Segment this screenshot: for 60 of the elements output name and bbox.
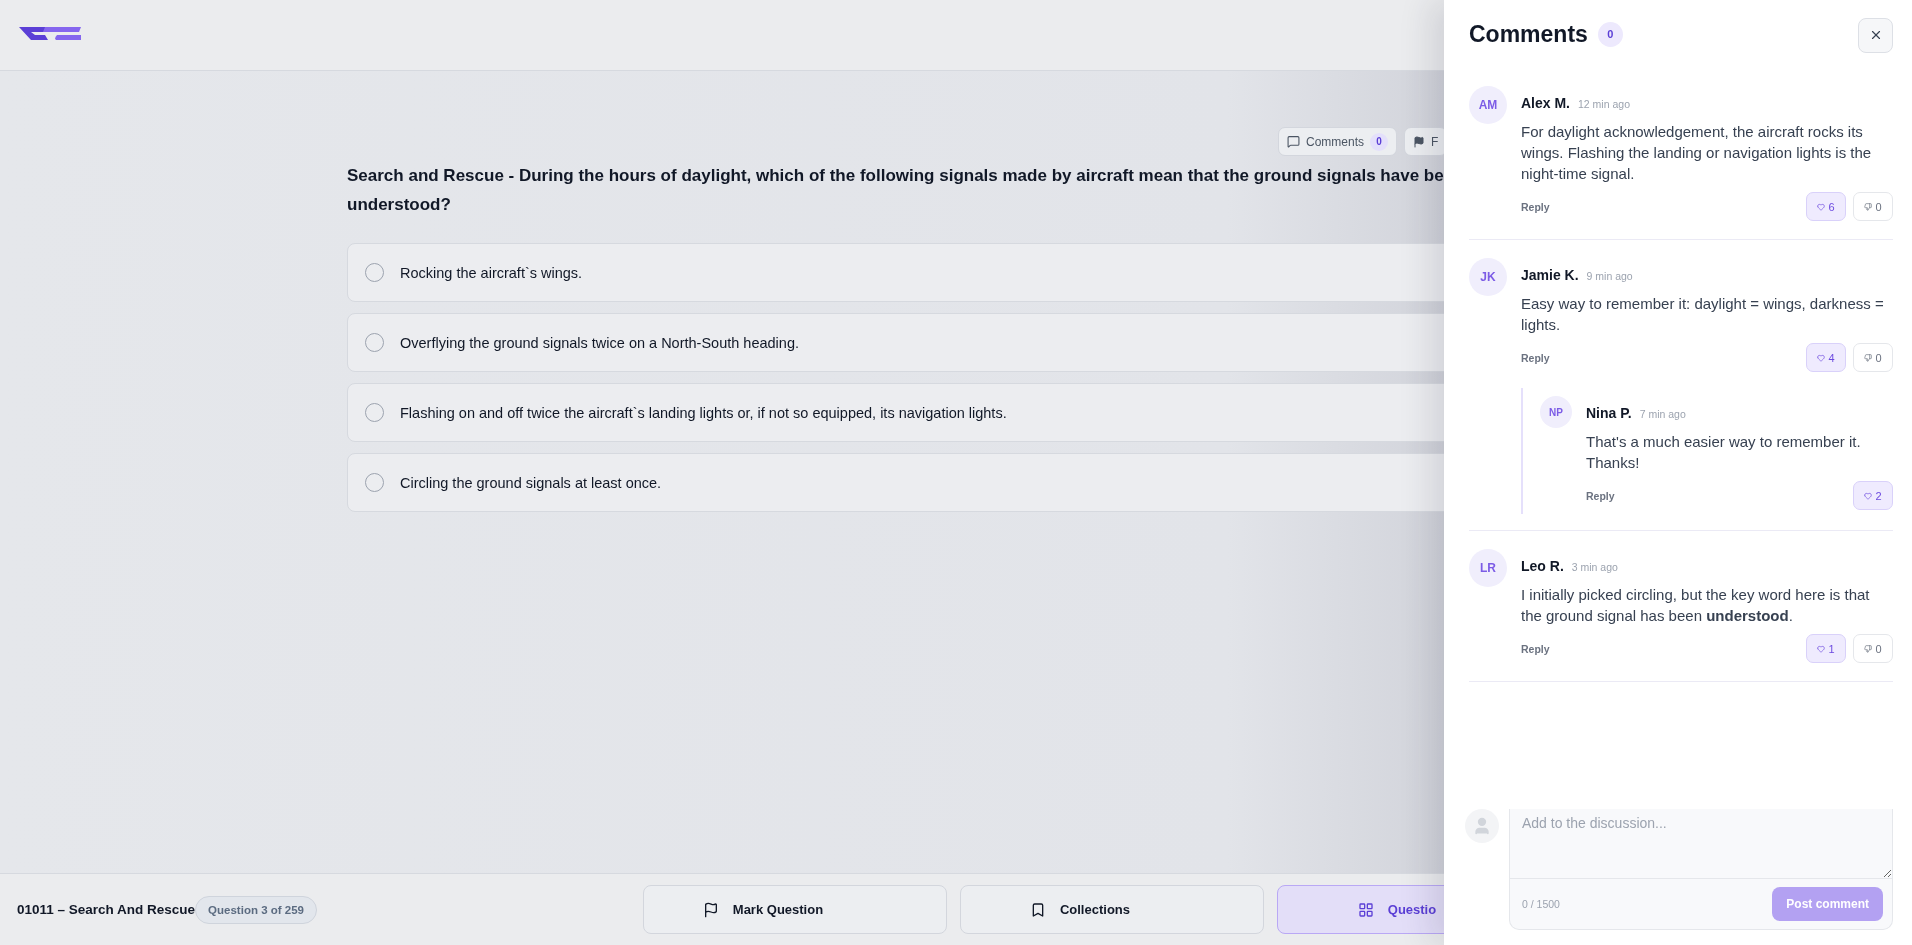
user-silhouette: [1472, 816, 1492, 836]
comment-author: Alex M.: [1521, 95, 1570, 111]
comment-text: For daylight acknowledgement, the aircraft rocks its wings. Flashing the landing or navigation lights is the night-time signal.: [1521, 122, 1873, 184]
thumbs-down-icon: [1864, 644, 1873, 653]
progress-label: Question 3 of 259: [195, 895, 317, 924]
answer-text: Rocking the aircraft`s wings.: [400, 264, 583, 281]
question-text: Search and Rescue - During the hours of daylight, which of the following signals made by aircraft mean that the ground signals have be understood?: [347, 165, 1444, 216]
comment-author: Jamie K.: [1521, 267, 1579, 283]
heart-icon: [1817, 644, 1826, 653]
heart-icon: [1817, 202, 1826, 211]
comment-icon: [1287, 135, 1300, 148]
comment-author: Nina P.: [1586, 405, 1632, 421]
answer-option[interactable]: Flashing on and off twice the aircraft`s landing lights or, if not so equipped, its navigation lights.: [347, 383, 1444, 442]
reply-button[interactable]: Reply: [1521, 351, 1550, 364]
comment-author: Leo R.: [1521, 558, 1564, 574]
answer-option[interactable]: Overflying the ground signals twice on a North-South heading.: [347, 313, 1444, 372]
flag-icon: [702, 901, 719, 918]
comment-time: 3 min ago: [1571, 561, 1618, 573]
comment-text: I initially picked circling, but the key word here is that the ground signal has been understood.: [1521, 585, 1871, 626]
comment-count: 0: [1597, 21, 1623, 47]
flag-button[interactable]: F: [1404, 127, 1444, 156]
thumbs-down-icon: [1864, 202, 1873, 211]
comments-button[interactable]: Comments 0: [1278, 127, 1397, 156]
avatar: NP: [1540, 396, 1572, 428]
answer-text: Circling the ground signals at least once.: [400, 474, 662, 491]
thumbs-down-icon: [1864, 353, 1873, 362]
comment-text: That's a much easier way to remember it. Thanks!: [1586, 432, 1862, 473]
reply-button[interactable]: Reply: [1521, 200, 1550, 213]
like-button[interactable]: 1: [1806, 634, 1846, 663]
toolbar-button[interactable]: Mark Question: [642, 885, 947, 934]
like-button[interactable]: 4: [1806, 343, 1846, 372]
comment-time: 12 min ago: [1578, 98, 1630, 110]
answer-option[interactable]: Rocking the aircraft`s wings.: [347, 243, 1444, 302]
flag-icon: [1413, 135, 1425, 148]
comment-time: 7 min ago: [1639, 408, 1686, 420]
answer-option[interactable]: Circling the ground signals at least once.: [347, 453, 1444, 512]
heart-icon: [1864, 491, 1873, 500]
comment-text: Easy way to remember it: daylight = wings, darkness = lights.: [1521, 294, 1885, 335]
like-button[interactable]: 2: [1853, 481, 1893, 510]
comment-time: 9 min ago: [1586, 270, 1633, 282]
grid-icon: [1357, 901, 1374, 918]
panel-title: Comments: [1469, 20, 1588, 48]
dislike-button[interactable]: 0: [1853, 634, 1893, 663]
reply-button[interactable]: Reply: [1586, 489, 1615, 502]
answer-text: Overflying the ground signals twice on a North-South heading.: [400, 334, 799, 351]
toolbar-button[interactable]: Collections: [959, 885, 1264, 934]
avatar: LR: [1469, 549, 1507, 587]
avatar: AM: [1469, 86, 1507, 124]
close-button[interactable]: [1858, 17, 1893, 53]
character-counter: 0 / 1500: [1522, 898, 1560, 910]
dislike-button[interactable]: 0: [1853, 192, 1893, 221]
topic-title: 01011 – Search And Rescue: [17, 902, 196, 917]
like-button[interactable]: 6: [1806, 192, 1846, 221]
toolbar-button[interactable]: Questio: [1276, 885, 1444, 934]
avatar: JK: [1469, 258, 1507, 296]
answer-text: Flashing on and off twice the aircraft`s landing lights or, if not so equipped, its navigation lights.: [400, 404, 1007, 421]
heart-icon: [1817, 353, 1826, 362]
reply-button[interactable]: Reply: [1521, 642, 1550, 655]
logo: [19, 27, 81, 43]
dislike-button[interactable]: 0: [1853, 343, 1893, 372]
